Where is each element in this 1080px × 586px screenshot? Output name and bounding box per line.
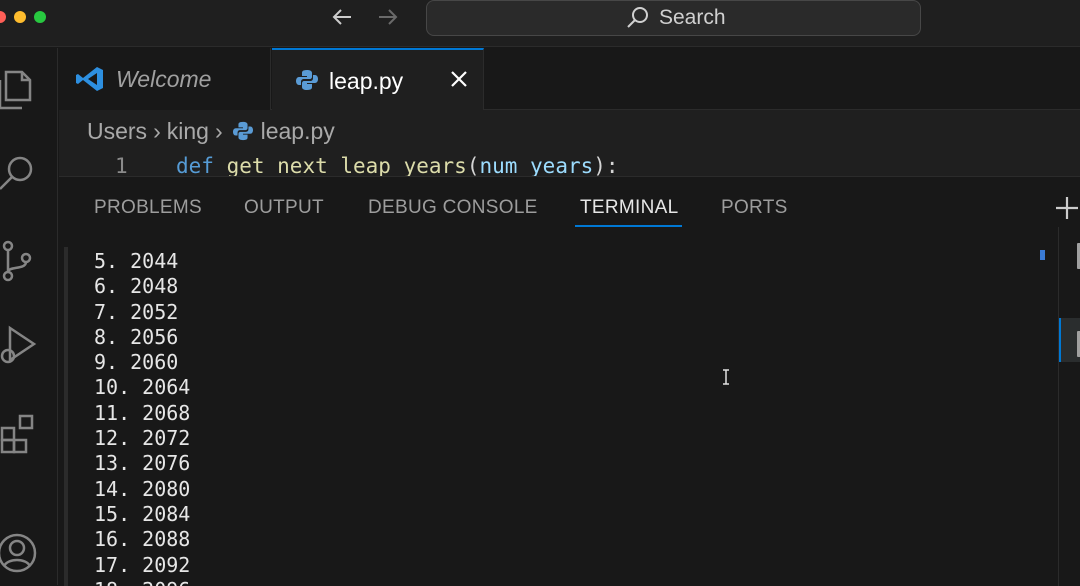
code-rest: ): [593,154,619,176]
new-terminal-icon[interactable] [1053,194,1080,222]
terminal-line: 11. 2068 [94,400,191,425]
terminal-line: 10. 2064 [94,375,191,400]
code-keyword: def [176,154,214,176]
terminal-line: 6. 2048 [94,274,179,299]
breadcrumb: Users › king › leap.py [87,118,335,145]
maximize-window-button[interactable] [34,11,46,23]
tab-leap-py-label: leap.py [329,68,404,94]
account-icon[interactable] [0,530,40,576]
breadcrumb-item-users[interactable]: Users [87,118,147,144]
terminal-line: 7. 2052 [94,299,179,324]
python-icon [296,70,318,90]
chevron-right-icon: › [153,118,161,144]
terminal-gutter [64,247,68,586]
active-tab-indicator [575,225,682,227]
tab-welcome[interactable]: Welcome [59,48,271,110]
terminal-line: 8. 2056 [94,324,179,349]
search-icon[interactable] [0,151,40,197]
search-label: Search [659,6,726,29]
editor-tabs: Welcome leap.py [59,48,1080,110]
scroll-marker [1040,250,1045,260]
tab-problems[interactable]: PROBLEMS [94,197,202,219]
source-control-icon[interactable] [0,238,40,284]
close-icon[interactable] [448,68,470,90]
code-param: num_years [479,154,594,176]
terminal-line: 17. 2092 [94,552,191,577]
terminal-line: 16. 2088 [94,527,191,552]
bottom-panel: PROBLEMS OUTPUT DEBUG CONSOLE TERMINAL P… [59,176,1080,586]
code-function-name: get_next_leap_years [226,154,467,176]
terminal-line: 14. 2080 [94,476,191,501]
tab-output[interactable]: OUTPUT [244,197,324,219]
minimize-window-button[interactable] [14,11,26,23]
tab-terminal[interactable]: TERMINAL [580,197,678,219]
terminal-list [1058,227,1080,586]
breadcrumb-item-king[interactable]: king [167,118,209,144]
vscode-logo-icon [76,67,103,91]
python-icon [232,121,253,141]
run-debug-icon[interactable] [0,322,40,368]
close-window-button[interactable] [0,11,6,23]
activity-bar [0,48,58,585]
text-cursor-icon [723,369,729,385]
search-icon [627,7,648,28]
title-bar: Search [0,0,1080,47]
terminal-line: 12. 2072 [94,426,191,451]
explorer-icon[interactable] [0,66,40,112]
breadcrumb-item-file[interactable]: leap.py [261,118,335,144]
back-arrow-icon[interactable] [327,2,357,32]
chevron-right-icon: › [214,118,223,144]
line-number: 1 [115,154,128,176]
tab-debug-console[interactable]: DEBUG CONSOLE [368,197,538,219]
terminal-line: 9. 2060 [94,350,179,375]
tab-welcome-label: Welcome [116,66,212,92]
tab-ports[interactable]: PORTS [721,197,788,219]
terminal-output[interactable]: 5. 2044 6. 2048 7. 2052 8. 2056 9. 2060 … [94,249,794,586]
terminal-line: 5. 2044 [94,249,179,273]
command-center-search[interactable]: Search [426,0,921,36]
editor-area[interactable]: Users › king › leap.py 1 def get_next_leap_y… [59,110,1080,176]
forward-arrow-icon[interactable] [373,2,403,32]
terminal-line: 15. 2084 [94,501,191,526]
code-line[interactable]: 1 def get_next_leap_years(num_years): [59,154,1080,176]
tab-leap-py[interactable]: leap.py [272,48,484,110]
extensions-icon[interactable] [0,408,40,454]
terminal-line: 13. 2076 [94,451,191,476]
code-text: def get_next_leap_years(num_years): [176,154,619,176]
